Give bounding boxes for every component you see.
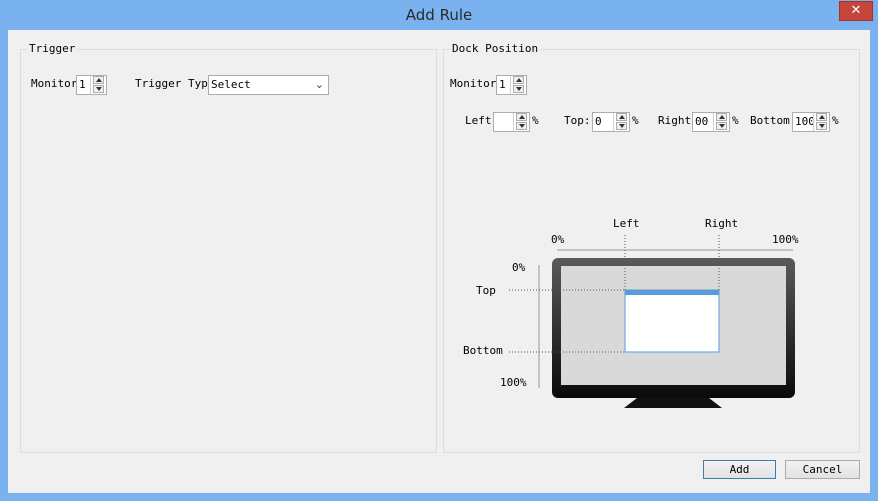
diagram-h-end: 100% xyxy=(772,233,799,246)
diagram-v-start: 0% xyxy=(512,261,526,274)
spin-down-icon[interactable] xyxy=(93,85,104,93)
trigger-monitor-label: Monitor xyxy=(31,77,78,90)
spin-up-icon[interactable] xyxy=(93,76,104,84)
docked-window xyxy=(624,289,720,353)
trigger-group: Trigger Monitor 1 Trigger Type Select ⌄ xyxy=(20,42,437,453)
diagram-h-start: 0% xyxy=(551,233,565,246)
dialog-body: Trigger Monitor 1 Trigger Type Select ⌄ … xyxy=(8,30,870,493)
dock-position-group: Dock Position Monitor 1 Left: % Top: 0 %… xyxy=(443,42,860,453)
trigger-type-label: Trigger Type xyxy=(135,77,215,90)
window-title: Add Rule xyxy=(405,6,473,24)
trigger-type-select[interactable]: Select ⌄ xyxy=(208,75,329,95)
title-bar[interactable]: Add Rule ✕ xyxy=(0,0,878,30)
close-icon: ✕ xyxy=(850,3,862,18)
add-rule-dialog: Add Rule ✕ Trigger Monitor 1 Trigger Typ… xyxy=(0,0,878,501)
dock-position-diagram xyxy=(509,235,795,408)
close-button[interactable]: ✕ xyxy=(839,1,873,21)
docked-window-titlebar xyxy=(625,290,719,295)
monitor-stand xyxy=(624,398,722,408)
chevron-down-icon: ⌄ xyxy=(314,78,324,91)
diagram-left-label: Left xyxy=(613,217,640,230)
diagram-right-label: Right xyxy=(705,217,739,230)
diagram-top-label: Top xyxy=(476,284,496,297)
add-button[interactable]: Add xyxy=(703,460,776,479)
trigger-type-value: Select xyxy=(211,78,251,91)
cancel-button[interactable]: Cancel xyxy=(785,460,860,479)
trigger-monitor-value: 1 xyxy=(79,78,86,91)
diagram-bottom-label: Bottom xyxy=(463,344,503,357)
diagram-v-end: 100% xyxy=(500,376,527,389)
trigger-group-title: Trigger xyxy=(27,42,78,55)
trigger-monitor-spinner[interactable]: 1 xyxy=(76,75,107,95)
